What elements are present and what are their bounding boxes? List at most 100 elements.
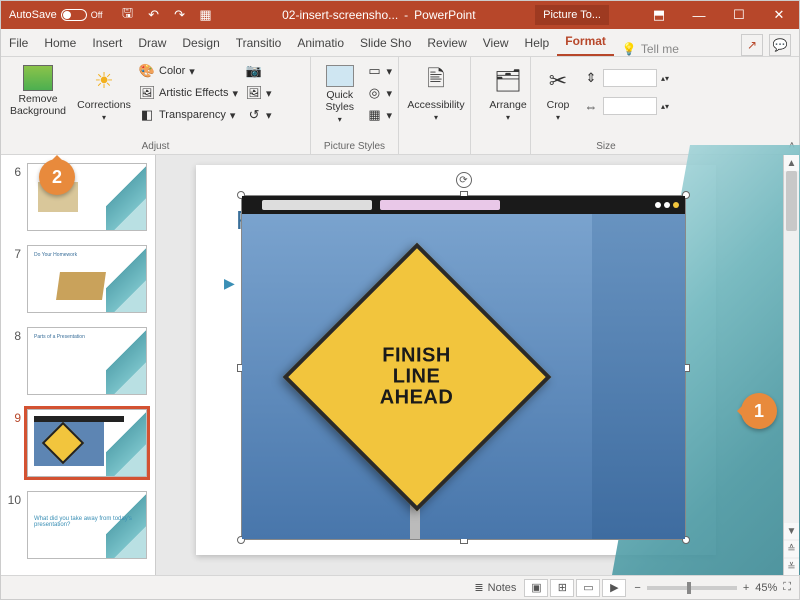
zoom-slider[interactable] <box>647 586 737 590</box>
height-icon: ⇕ <box>583 70 599 86</box>
rotate-handle[interactable]: ⟳ <box>456 172 472 188</box>
browser-bar <box>242 196 685 214</box>
tab-draw[interactable]: Draw <box>130 30 174 56</box>
maximize-button[interactable]: ☐ <box>719 1 759 29</box>
autosave-label: AutoSave <box>9 9 57 21</box>
reset-icon: ↺ <box>246 107 262 123</box>
chevron-down-icon: ▾ <box>102 113 106 122</box>
corrections-button[interactable]: ☀ Corrections ▾ <box>73 61 135 122</box>
tell-me-label: Tell me <box>641 42 679 56</box>
sorter-view-button[interactable]: ⊞ <box>550 579 574 597</box>
tab-transitions[interactable]: Transitio <box>228 30 290 56</box>
brightness-icon: ☀ <box>88 65 120 97</box>
vertical-scrollbar[interactable]: ▲ ▼ ≙ ≚ <box>783 155 799 575</box>
slide[interactable]: Fi ▶ ⟳ <box>196 165 716 555</box>
minimize-button[interactable]: — <box>679 1 719 29</box>
tab-file[interactable]: File <box>1 30 36 56</box>
slide-thumbnail-7[interactable]: Do Your Homework <box>27 245 147 313</box>
remove-background-button[interactable]: Remove Background <box>7 61 69 117</box>
zoom-out-button[interactable]: − <box>634 582 640 594</box>
comments-button[interactable]: 💬 <box>769 34 791 56</box>
filename-label: 02-insert-screensho... <box>282 8 398 22</box>
slide-thumbnail-10[interactable]: What did you take away from today's pres… <box>27 491 147 559</box>
autosave-state: Off <box>91 10 103 20</box>
transparency-icon: ◧ <box>139 107 155 123</box>
change-picture-button[interactable]: 🖼▾ <box>246 83 272 103</box>
start-slideshow-button[interactable]: ▦ <box>195 4 217 26</box>
notes-button[interactable]: ≣ Notes <box>474 581 516 594</box>
glow-icon: ◎ <box>366 85 382 101</box>
save-button[interactable]: 🖫 <box>117 4 139 26</box>
remove-background-label: Remove Background <box>7 93 69 117</box>
notes-icon: ≣ <box>474 581 483 594</box>
tab-slideshow[interactable]: Slide Sho <box>352 30 419 56</box>
slide-thumbnail-8[interactable]: Parts of a Presentation <box>27 327 147 395</box>
color-button[interactable]: 🎨Color ▾ <box>139 61 238 81</box>
picture-border-button[interactable]: ▭▾ <box>366 61 392 81</box>
normal-view-button[interactable]: ▣ <box>524 579 548 597</box>
reset-picture-button[interactable]: ↺▾ <box>246 105 272 125</box>
callout-1: 1 <box>741 393 777 429</box>
crop-icon: ✂ <box>542 65 574 97</box>
autosave-toggle[interactable]: AutoSave Off <box>1 9 111 21</box>
picture-layout-button[interactable]: ▦▾ <box>366 105 392 125</box>
slideshow-view-button[interactable]: ▶ <box>602 579 626 597</box>
slide-canvas-area[interactable]: Fi ▶ ⟳ <box>156 155 799 575</box>
accessibility-button[interactable]: 🖹 Accessibility ▾ <box>405 61 467 122</box>
undo-button[interactable]: ↶ <box>143 4 165 26</box>
corrections-label: Corrections <box>77 99 131 111</box>
ribbon: Remove Background ☀ Corrections ▾ 🎨Color… <box>1 57 799 155</box>
scroll-down-button[interactable]: ▼ <box>784 523 799 539</box>
artistic-effects-button[interactable]: 🖼Artistic Effects ▾ <box>139 83 238 103</box>
scroll-up-button[interactable]: ▲ <box>784 155 799 171</box>
tab-insert[interactable]: Insert <box>84 30 130 56</box>
compress-pictures-button[interactable]: 📷 <box>246 61 272 81</box>
picture-effects-button[interactable]: ◎▾ <box>366 83 392 103</box>
change-icon: 🖼 <box>246 85 262 101</box>
styles-icon <box>326 65 354 87</box>
tab-view[interactable]: View <box>475 30 517 56</box>
reading-view-button[interactable]: ▭ <box>576 579 600 597</box>
tab-help[interactable]: Help <box>517 30 558 56</box>
share-button[interactable]: ↗ <box>741 34 763 56</box>
width-field[interactable]: ⇔▴▾ <box>583 95 669 117</box>
tell-me-search[interactable]: 💡 Tell me <box>622 42 679 56</box>
tab-home[interactable]: Home <box>36 30 84 56</box>
status-bar: ≣ Notes ▣ ⊞ ▭ ▶ − + 45% ⛶ <box>1 575 799 599</box>
scroll-thumb[interactable] <box>786 171 797 231</box>
next-slide-button[interactable]: ≚ <box>784 559 799 575</box>
width-icon: ⇔ <box>583 98 599 114</box>
prev-slide-button[interactable]: ≙ <box>784 541 799 557</box>
selected-picture[interactable]: ⟳ FINISHLINEAHEAD <box>241 195 686 540</box>
toggle-icon <box>61 9 87 21</box>
ribbon-options-button[interactable]: ⬒ <box>639 1 679 29</box>
slide-thumbnail-9[interactable] <box>27 409 147 477</box>
crop-button[interactable]: ✂ Crop ▾ <box>537 61 579 122</box>
tab-review[interactable]: Review <box>419 30 474 56</box>
notes-label: Notes <box>488 582 517 594</box>
chevron-down-icon: ▾ <box>434 113 438 122</box>
remove-background-icon <box>23 65 53 91</box>
tab-design[interactable]: Design <box>174 30 227 56</box>
fit-to-window-button[interactable]: ⛶ <box>783 581 791 594</box>
arrange-button[interactable]: 🗂 Arrange ▾ <box>477 61 539 122</box>
group-size-label: Size <box>537 139 675 152</box>
quick-styles-button[interactable]: Quick Styles ▾ <box>317 61 362 124</box>
slide-thumbnails-panel[interactable]: 6 7 Do Your Homework 8 Parts of a Presen… <box>1 155 156 575</box>
zoom-in-button[interactable]: + <box>743 582 749 594</box>
arrange-label: Arrange <box>489 99 526 111</box>
transparency-button[interactable]: ◧Transparency ▾ <box>139 105 238 125</box>
title-bar: AutoSave Off 🖫 ↶ ↷ ▦ 02-insert-screensho… <box>1 1 799 29</box>
redo-button[interactable]: ↷ <box>169 4 191 26</box>
work-area: 6 7 Do Your Homework 8 Parts of a Presen… <box>1 155 799 575</box>
thumb-number: 8 <box>7 327 21 343</box>
thumb-number: 6 <box>7 163 21 179</box>
tab-format[interactable]: Format <box>557 28 614 56</box>
zoom-percent[interactable]: 45% <box>755 582 777 594</box>
layout-icon: ▦ <box>366 107 382 123</box>
close-button[interactable]: ✕ <box>759 1 799 29</box>
tab-animations[interactable]: Animatio <box>289 30 352 56</box>
height-field[interactable]: ⇕▴▾ <box>583 67 669 89</box>
arrange-icon: 🗂 <box>492 65 524 97</box>
road-sign: FINISHLINEAHEAD <box>283 242 552 511</box>
